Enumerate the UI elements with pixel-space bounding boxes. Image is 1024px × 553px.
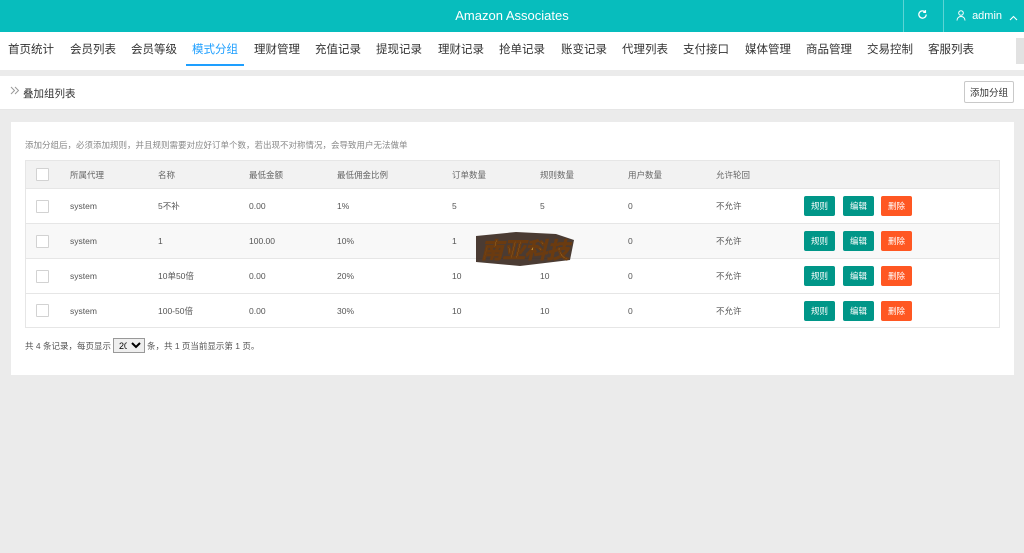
row-checkbox[interactable] (36, 304, 49, 317)
select-all-cell (36, 161, 49, 188)
name-cell: 5不补 (158, 201, 180, 211)
column-header: 名称 (158, 169, 176, 180)
allow-loop-cell: 不允许 (716, 201, 742, 211)
column-header: 允许轮回 (716, 169, 751, 180)
table-row: system 100-50倍 0.00 30% 10 10 0 不允许 规则 编… (26, 294, 999, 327)
orders-cell: 10 (452, 305, 462, 316)
svg-text:南亚科技: 南亚科技 (481, 238, 572, 264)
min-rate-cell: 20% (337, 271, 355, 281)
delete-button[interactable]: 删除 (881, 231, 912, 251)
nav-item-members[interactable]: 会员列表 (70, 32, 116, 70)
nav-item-finance-records[interactable]: 理财记录 (438, 32, 484, 70)
pagination: 共 4 条记录，每页显示 20 条，共 1 页当前显示第 1 页。 (25, 338, 259, 353)
nav-item-dashboard[interactable]: 首页统计 (8, 32, 54, 70)
nav-item-order-records[interactable]: 抢单记录 (499, 32, 545, 70)
breadcrumb-bar: 叠加组列表 添加分组 (0, 76, 1024, 110)
min-rate-cell: 1% (337, 201, 350, 211)
name-cell: 1 (158, 236, 163, 246)
name-cell: 10单50倍 (158, 271, 194, 281)
nav-item-payment[interactable]: 支付接口 (683, 32, 729, 70)
users-cell: 0 (628, 201, 633, 211)
nav-item-trade-control[interactable]: 交易控制 (867, 32, 913, 70)
nav-item-balance-changes[interactable]: 账变记录 (561, 32, 607, 70)
users-cell: 0 (628, 305, 633, 316)
min-rate-cell: 10% (337, 236, 355, 246)
delete-button[interactable]: 删除 (881, 266, 912, 286)
nav-item-withdraw[interactable]: 提现记录 (376, 32, 422, 70)
row-checkbox[interactable] (36, 269, 49, 283)
pager-prefix: 共 4 条记录，每页显示 (25, 340, 111, 351)
edit-button[interactable]: 编辑 (843, 231, 874, 251)
pager-suffix: 条，共 1 页当前显示第 1 页。 (146, 340, 260, 351)
delete-button[interactable]: 删除 (881, 300, 912, 321)
add-group-button[interactable]: 添加分组 (964, 81, 1014, 103)
nav-scrollbar[interactable] (1016, 38, 1024, 64)
user-icon (956, 10, 966, 22)
table-row: system 5不补 0.00 1% 5 5 0 不允许 规则 编辑 删除 (26, 189, 999, 224)
rules-cell: 10 (540, 305, 550, 316)
allow-loop-cell: 不允许 (716, 305, 742, 316)
agent-cell: system (70, 201, 97, 211)
user-name: admin (972, 10, 1003, 22)
orders-cell: 5 (452, 201, 457, 211)
page-size-select[interactable]: 20 (112, 338, 145, 353)
min-rate-cell: 30% (337, 305, 355, 316)
nav-item-agents[interactable]: 代理列表 (622, 32, 668, 70)
column-header: 所属代理 (70, 169, 105, 180)
rules-button[interactable]: 规则 (804, 231, 835, 251)
rules-button[interactable]: 规则 (804, 300, 835, 321)
header-divider (903, 0, 904, 32)
row-checkbox[interactable] (36, 234, 49, 248)
min-amount-cell: 0.00 (249, 271, 266, 281)
table-header-row: 所属代理 名称 最低金额 最低佣金比例 订单数量 规则数量 用户数量 允许轮回 (26, 161, 999, 189)
rules-button[interactable]: 规则 (804, 266, 835, 286)
agent-cell: system (70, 236, 97, 246)
user-menu[interactable]: admin (956, 0, 1018, 32)
nav-item-member-levels[interactable]: 会员等级 (131, 32, 177, 70)
app-title: Amazon Associates (455, 8, 569, 23)
min-amount-cell: 100.00 (249, 236, 275, 246)
select-all-checkbox[interactable] (36, 168, 49, 181)
rules-button[interactable]: 规则 (804, 196, 835, 216)
edit-button[interactable]: 编辑 (843, 300, 874, 321)
row-checkbox[interactable] (36, 199, 49, 213)
rules-cell: 5 (540, 201, 545, 211)
column-header: 最低佣金比例 (337, 169, 389, 180)
watermark-logo: 南亚科技 (470, 228, 580, 270)
chevron-up-icon (1009, 10, 1018, 22)
orders-cell: 1 (452, 236, 457, 246)
nav-item-customer-service[interactable]: 客服列表 (928, 32, 974, 70)
header-divider (943, 0, 944, 32)
refresh-icon[interactable] (914, 8, 930, 24)
nav-item-recharge[interactable]: 充值记录 (315, 32, 361, 70)
agent-cell: system (70, 271, 97, 281)
nav-item-media[interactable]: 媒体管理 (745, 32, 791, 70)
nav-item-finance[interactable]: 理财管理 (254, 32, 300, 70)
double-chevron-right-icon (10, 86, 20, 98)
delete-button[interactable]: 删除 (881, 196, 912, 216)
column-header: 用户数量 (628, 169, 663, 180)
column-header: 订单数量 (452, 169, 487, 180)
column-header: 规则数量 (540, 169, 575, 180)
min-amount-cell: 0.00 (249, 201, 266, 211)
column-header: 最低金额 (249, 169, 284, 180)
name-cell: 100-50倍 (158, 305, 193, 316)
users-cell: 0 (628, 271, 633, 281)
allow-loop-cell: 不允许 (716, 236, 742, 246)
nav-item-mode-groups[interactable]: 模式分组 (186, 32, 244, 70)
orders-cell: 10 (452, 271, 462, 281)
app-header: Amazon Associates admin (0, 0, 1024, 32)
agent-cell: system (70, 305, 97, 316)
main-nav: 首页统计 会员列表 会员等级 模式分组 理财管理 充值记录 提现记录 理财记录 … (0, 32, 1024, 70)
breadcrumb: 叠加组列表 (23, 88, 76, 100)
allow-loop-cell: 不允许 (716, 271, 742, 281)
nav-item-products[interactable]: 商品管理 (806, 32, 852, 70)
users-cell: 0 (628, 236, 633, 246)
edit-button[interactable]: 编辑 (843, 266, 874, 286)
notice-text: 添加分组后，必须添加规则，并且规则需要对应好订单个数，若出现不对称情况，会导致用… (25, 140, 408, 150)
edit-button[interactable]: 编辑 (843, 196, 874, 216)
min-amount-cell: 0.00 (249, 305, 266, 316)
